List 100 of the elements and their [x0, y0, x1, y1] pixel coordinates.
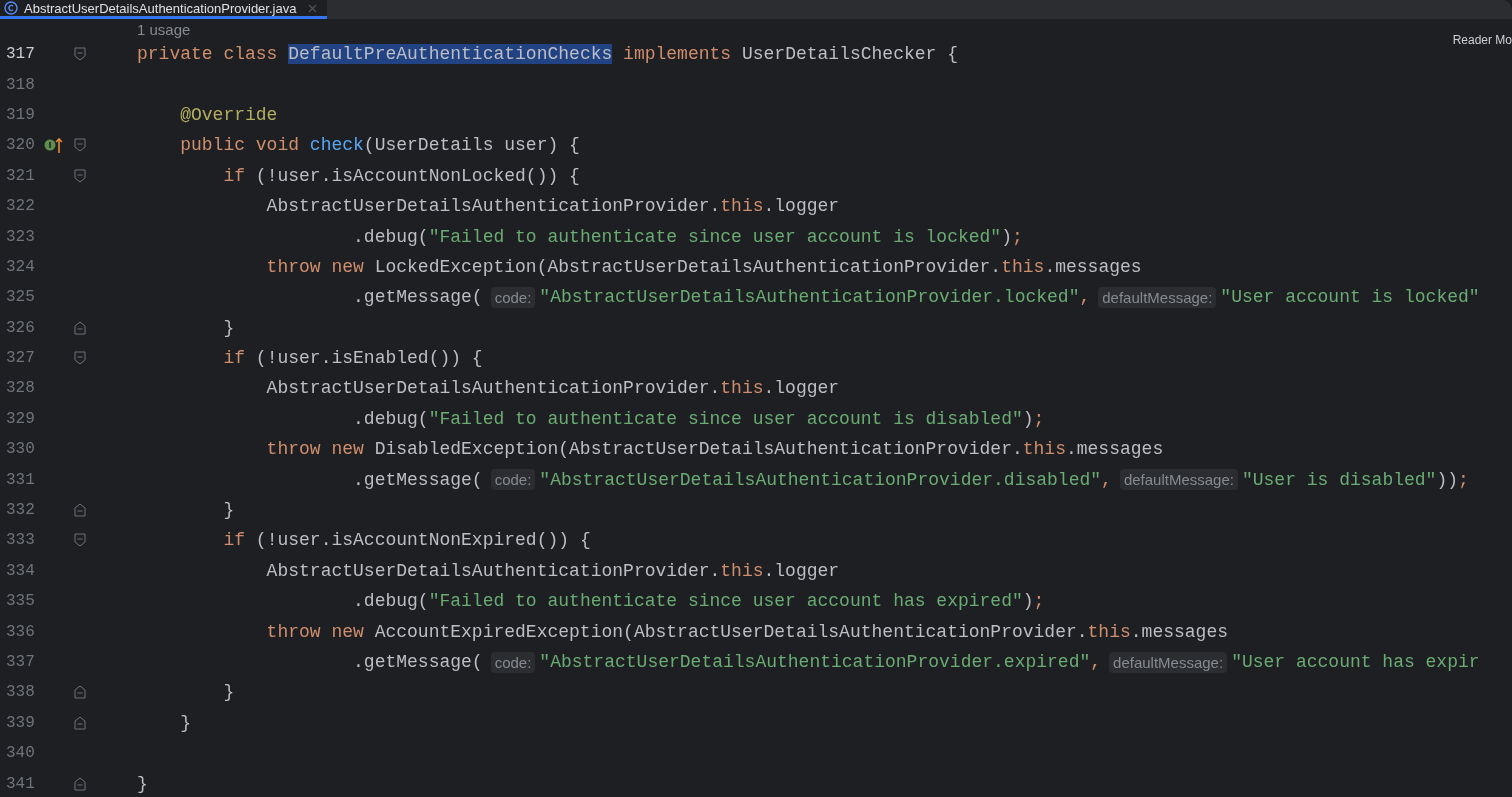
code-token: AbstractUserDetailsAuthenticationProvider. — [265, 560, 721, 581]
code-token: check — [309, 135, 364, 156]
code-token: this — [720, 560, 764, 581]
line-number: 333 — [5, 531, 36, 550]
code-token: } — [222, 500, 235, 521]
fold-icon[interactable] — [74, 320, 86, 335]
code-token: "AbstractUserDetailsAuthenticationProvider.disabled" — [539, 469, 1102, 490]
parameter-hint: defaultMessage: — [1109, 651, 1228, 673]
line-number: 334 — [5, 561, 36, 580]
line-number: 321 — [5, 166, 36, 185]
code-token: this — [720, 196, 764, 217]
code-token: "AbstractUserDetailsAuthenticationProvider.locked" — [539, 287, 1080, 308]
code-token: (!user.isEnabled()) { — [255, 348, 483, 369]
line-number: 319 — [5, 105, 36, 124]
code-token: .debug( — [352, 408, 429, 429]
code-token: , — [1079, 287, 1091, 308]
fold-icon[interactable] — [74, 503, 86, 518]
line-number: 338 — [5, 683, 36, 702]
code-token: DisabledException(AbstractUserDetailsAuthenticationProvider. — [374, 439, 1023, 460]
parameter-hint: code: — [490, 469, 536, 491]
code-token: implements — [622, 44, 733, 65]
line-number: 335 — [5, 592, 36, 611]
fold-icon[interactable] — [74, 138, 86, 153]
close-icon[interactable] — [308, 3, 317, 13]
code-token: .logger — [763, 196, 840, 217]
code-token: .getMessage( — [352, 469, 483, 490]
code-token: )) — [1436, 469, 1458, 490]
code-token: AbstractUserDetailsAuthenticationProvider. — [265, 378, 721, 399]
code-token: @Override — [179, 104, 278, 125]
reader-mode-link[interactable]: Reader Mo — [1452, 33, 1512, 47]
code-token: .debug( — [352, 591, 429, 612]
code-token: } — [137, 773, 148, 794]
line-number: 340 — [5, 744, 36, 763]
code-token: ) — [1022, 591, 1034, 612]
code-token: .messages — [1044, 256, 1142, 277]
line-number: 336 — [5, 622, 36, 641]
code-token: throw new — [265, 439, 365, 460]
fold-icon[interactable] — [74, 351, 86, 366]
code-token: ; — [1458, 469, 1469, 490]
code-token: .messages — [1065, 439, 1164, 460]
code-token: "Failed to authenticate since user account has expired" — [428, 591, 1023, 612]
code-token: "User account is locked" — [1220, 287, 1480, 308]
line-number: 324 — [5, 257, 36, 276]
code-token: ; — [1011, 226, 1023, 247]
code-token: this — [1022, 439, 1066, 460]
code-token: (!user.isAccountNonLocked()) { — [255, 165, 580, 186]
code-token: this — [720, 378, 764, 399]
fold-icon[interactable] — [74, 685, 86, 700]
code-token: this — [1001, 256, 1045, 277]
parameter-hint: code: — [490, 651, 536, 673]
code-token: "User is disabled" — [1241, 469, 1437, 490]
code-token: } — [222, 317, 235, 338]
fold-icon[interactable] — [74, 776, 86, 791]
fold-icon[interactable] — [74, 47, 86, 62]
code-token: .getMessage( — [352, 652, 483, 672]
line-number: 325 — [5, 288, 36, 307]
code-token: } — [179, 712, 191, 733]
code-token: private class — [137, 44, 279, 65]
code-token: UserDetailsChecker { — [741, 44, 958, 65]
parameter-hint: defaultMessage: — [1119, 469, 1238, 491]
code-token: if — [222, 530, 247, 551]
code-token: (UserDetails user) { — [363, 135, 580, 156]
code-token: public void — [179, 135, 301, 156]
line-number: 329 — [5, 409, 36, 428]
code-token: ; — [1033, 591, 1045, 612]
fold-icon[interactable] — [74, 168, 86, 183]
parameter-hint: defaultMessage: — [1098, 286, 1217, 308]
line-number: 318 — [5, 75, 36, 94]
line-number: 322 — [5, 197, 36, 216]
code-token: , — [1101, 469, 1112, 490]
code-token: throw new — [265, 256, 365, 277]
code-token: ; — [1033, 408, 1045, 429]
file-tab[interactable]: AbstractUserDetailsAuthenticationProvider.java — [0, 0, 327, 19]
code-token: if — [222, 165, 247, 186]
code-token: (!user.isAccountNonExpired()) { — [255, 530, 591, 551]
code-token: ) — [1022, 408, 1034, 429]
code-token: .getMessage( — [352, 287, 483, 308]
code-token: LockedException(AbstractUserDetailsAuthenticationProvider. — [374, 256, 1002, 277]
fold-icon[interactable] — [74, 715, 86, 730]
code-token: AbstractUserDetailsAuthenticationProvider. — [265, 196, 721, 217]
code-token: "User account has expir — [1231, 652, 1480, 672]
class-file-icon — [4, 1, 18, 15]
code-token: .logger — [763, 560, 840, 581]
line-number: 332 — [5, 501, 36, 520]
line-number: 326 — [5, 318, 36, 337]
code-token: "AbstractUserDetailsAuthenticationProvider.expired" — [539, 652, 1091, 672]
code-token: this — [1087, 621, 1131, 642]
fold-icon[interactable] — [74, 533, 86, 548]
line-number: 317 — [5, 45, 36, 64]
line-number: 341 — [5, 774, 36, 793]
code-token: "Failed to authenticate since user account is locked" — [428, 226, 1002, 247]
code-token: "Failed to authenticate since user account is disabled" — [428, 408, 1023, 429]
usage-hint[interactable]: 1 usage — [137, 21, 191, 39]
line-number: 331 — [5, 470, 36, 489]
code-token: , — [1090, 652, 1102, 672]
code-token: throw new — [265, 621, 365, 642]
line-number: 339 — [5, 713, 36, 732]
parameter-hint: code: — [490, 286, 536, 308]
line-number: 328 — [5, 379, 36, 398]
line-number: 330 — [5, 440, 36, 459]
